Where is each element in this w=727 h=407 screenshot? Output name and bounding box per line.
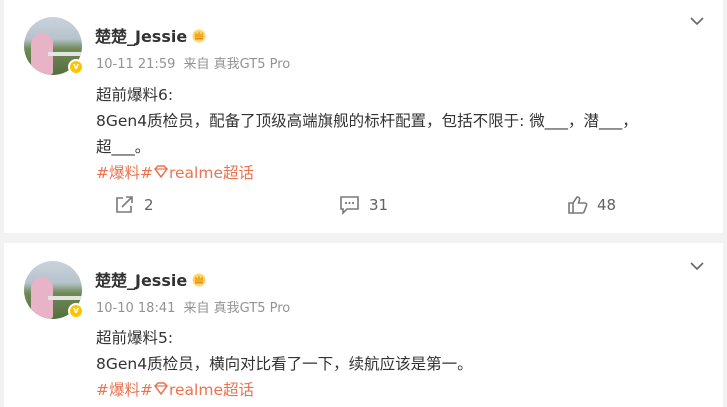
like-button[interactable]: 48: [567, 195, 616, 215]
diamond-icon: [153, 165, 168, 179]
crown-icon: [192, 29, 206, 43]
post-tags: #爆料# realme超话: [96, 377, 706, 403]
verified-badge-icon: v: [68, 59, 84, 75]
verified-badge-icon: v: [68, 303, 84, 319]
post-line: 超前爆料5:: [96, 329, 174, 347]
like-count: 48: [597, 196, 617, 214]
chevron-down-icon[interactable]: [689, 258, 705, 274]
username-text[interactable]: 楚楚_Jessie: [95, 267, 187, 291]
avatar[interactable]: v: [24, 261, 84, 319]
post-timestamp[interactable]: 10-11 21:59: [96, 57, 175, 72]
post-meta: 10-11 21:59 来自 真我GT5 Pro: [96, 53, 294, 72]
supertopic-link[interactable]: realme超话: [169, 381, 254, 399]
avatar[interactable]: v: [24, 17, 84, 75]
post-source: 来自 真我GT5 Pro: [183, 301, 291, 316]
action-bar: 2 31 48: [4, 195, 723, 225]
like-icon: [568, 196, 588, 214]
diamond-icon: [153, 382, 168, 396]
comment-button[interactable]: 31: [339, 195, 388, 215]
repost-icon: [116, 196, 133, 213]
comment-count: 31: [369, 196, 389, 214]
post-card: v 楚楚_Jessie 10-10 18:41 来自 真我GT5 Pro 超前爆…: [4, 243, 723, 407]
post-line: 8Gen4质检员，配备了顶级高端旗舰的标杆配置，包括不限于: 微___，潜___…: [96, 112, 638, 130]
repost-button[interactable]: 2: [114, 195, 154, 215]
weibo-feed: v 楚楚_Jessie 10-11 21:59 来自 真我GT5 Pro 超前爆…: [0, 0, 727, 407]
post-source: 来自 真我GT5 Pro: [183, 57, 291, 72]
username[interactable]: 楚楚_Jessie: [95, 267, 207, 291]
chevron-down-icon[interactable]: [689, 13, 705, 29]
post-tags: #爆料# realme超话: [96, 160, 706, 186]
post-line: 8Gen4质检员，横向对比看了一下，续航应该是第一。: [96, 355, 473, 373]
comment-icon: [340, 196, 359, 215]
post-card: v 楚楚_Jessie 10-11 21:59 来自 真我GT5 Pro 超前爆…: [4, 0, 723, 233]
post-body: 超前爆料5: 8Gen4质检员，横向对比看了一下，续航应该是第一。 #爆料# re…: [96, 325, 706, 403]
supertopic-link[interactable]: realme超话: [169, 164, 254, 182]
crown-icon: [192, 273, 206, 287]
topic-tag[interactable]: #爆料#: [96, 381, 153, 399]
repost-count: 2: [144, 196, 154, 214]
topic-tag[interactable]: #爆料#: [96, 164, 153, 182]
username[interactable]: 楚楚_Jessie: [95, 23, 207, 47]
post-line: 超___。: [96, 138, 151, 156]
post-meta: 10-10 18:41 来自 真我GT5 Pro: [96, 297, 294, 316]
post-timestamp[interactable]: 10-10 18:41: [96, 301, 175, 316]
post-body: 超前爆料6: 8Gen4质检员，配备了顶级高端旗舰的标杆配置，包括不限于: 微_…: [96, 82, 706, 186]
username-text[interactable]: 楚楚_Jessie: [95, 23, 187, 47]
post-line: 超前爆料6:: [96, 86, 174, 104]
